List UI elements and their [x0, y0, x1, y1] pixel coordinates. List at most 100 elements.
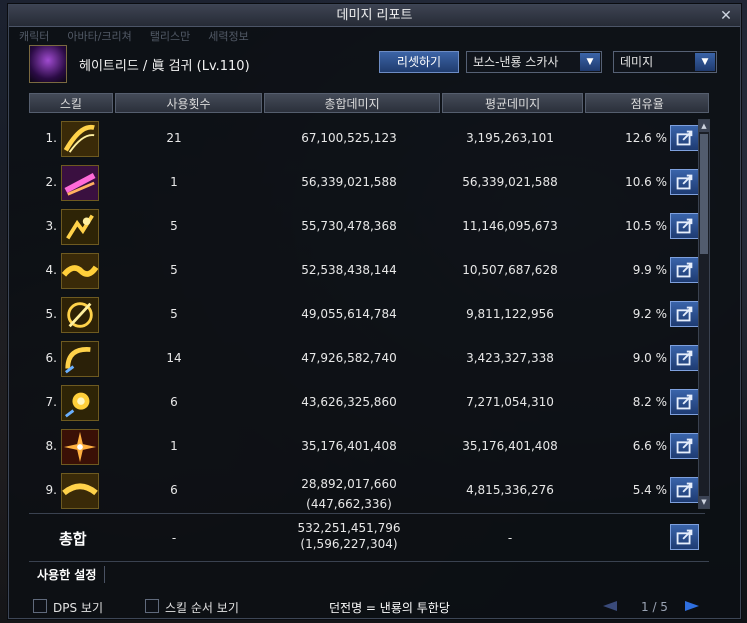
- scroll-thumb[interactable]: [700, 134, 708, 254]
- summary-row: 총합 - 532,251,451,796 (1,596,227,304) -: [29, 513, 705, 559]
- golden-whirl-skill-icon: [61, 341, 99, 377]
- golden-cross-slash-skill-icon: [61, 297, 99, 333]
- total-damage: 55,730,478,368: [301, 219, 397, 233]
- total-damage: 35,176,401,408: [301, 439, 397, 453]
- purple-fire-slash-skill-icon: [61, 165, 99, 201]
- use-count: 6: [170, 483, 178, 497]
- total-damage-sub: (447,662,336): [306, 497, 392, 511]
- avg-damage: 4,815,336,276: [466, 483, 554, 497]
- table-row: 4. 5 52,538,438,144 10,507,687,628 9.9 %: [29, 249, 705, 293]
- share-button[interactable]: [670, 169, 699, 195]
- avg-damage: 3,423,327,338: [466, 351, 554, 365]
- close-icon: ✕: [720, 8, 732, 24]
- rank: 8.: [45, 439, 57, 453]
- share-button[interactable]: [670, 389, 699, 415]
- share-button[interactable]: [670, 257, 699, 283]
- metric-select[interactable]: 데미지 ▼: [613, 51, 717, 73]
- metric-select-value: 데미지: [620, 55, 654, 69]
- share-percent: 9.2 %: [632, 307, 667, 321]
- share-icon: [676, 262, 693, 278]
- avg-damage: 3,195,263,101: [466, 131, 554, 145]
- table-scrollbar[interactable]: ▲ ▼: [698, 119, 710, 509]
- close-button[interactable]: ✕: [717, 7, 735, 25]
- share-percent: 6.6 %: [632, 439, 667, 453]
- use-count: 1: [170, 439, 178, 453]
- golden-arc-skill-icon: [61, 473, 99, 509]
- header-avg[interactable]: 평균데미지: [441, 93, 584, 113]
- share-button[interactable]: [670, 213, 699, 239]
- dps-checkbox[interactable]: [33, 599, 47, 613]
- share-button[interactable]: [670, 524, 699, 550]
- summary-label: 총합: [59, 530, 87, 548]
- share-percent: 10.5 %: [625, 219, 667, 233]
- total-damage: 49,055,614,784: [301, 307, 397, 321]
- total-damage: 56,339,021,588: [301, 175, 397, 189]
- golden-burst-skill-icon: [61, 385, 99, 421]
- use-count: 6: [170, 395, 178, 409]
- avg-damage: 35,176,401,408: [462, 439, 558, 453]
- share-percent: 10.6 %: [625, 175, 667, 189]
- summary-total: 532,251,451,796 (1,596,227,304): [261, 520, 437, 552]
- header-total[interactable]: 총합데미지: [264, 93, 440, 113]
- settings-bar: 사용한 설정: [29, 561, 709, 585]
- rank: 4.: [45, 263, 57, 277]
- golden-dragon-skill-icon: [61, 209, 99, 245]
- reset-button[interactable]: 리셋하기: [379, 51, 459, 73]
- use-count: 5: [170, 307, 178, 321]
- share-icon: [676, 394, 693, 410]
- table-row: 1. 21 67,100,525,123 3,195,263,101 12.6 …: [29, 117, 705, 161]
- avg-damage: 9,811,122,956: [466, 307, 554, 321]
- share-icon: [676, 174, 693, 190]
- share-percent: 8.2 %: [632, 395, 667, 409]
- crimson-star-skill-icon: [61, 429, 99, 465]
- share-button[interactable]: [670, 345, 699, 371]
- dungeon-name: 던전명 = 낸룡의 투한당: [329, 601, 450, 615]
- share-icon: [676, 130, 693, 146]
- table-row: 7. 6 43,626,325,860 7,271,054,310 8.2 %: [29, 381, 705, 425]
- share-icon: [676, 350, 693, 366]
- prev-page-button[interactable]: [599, 599, 619, 613]
- summary-avg: -: [507, 531, 513, 545]
- golden-wave-skill-icon: [61, 253, 99, 289]
- total-damage: 52,538,438,144: [301, 263, 397, 277]
- target-select-value: 보스-낸룡 스카사: [473, 55, 559, 69]
- scroll-down-icon[interactable]: ▼: [699, 496, 709, 508]
- summary-count: -: [171, 531, 177, 545]
- share-button[interactable]: [670, 477, 699, 503]
- background-tab: 아바타/크리쳐: [67, 30, 132, 43]
- rank: 3.: [45, 219, 57, 233]
- total-damage: 67,100,525,123: [301, 131, 397, 145]
- header-skill[interactable]: 스킬: [29, 93, 113, 113]
- header-share[interactable]: 점유율: [585, 93, 709, 113]
- total-damage: 43,626,325,860: [301, 395, 397, 409]
- use-count: 1: [170, 175, 178, 189]
- window-titlebar[interactable]: 데미지 리포트: [9, 5, 740, 27]
- table-row: 8. 1 35,176,401,408 35,176,401,408 6.6 %: [29, 425, 705, 469]
- target-select[interactable]: 보스-낸룡 스카사 ▼: [466, 51, 602, 73]
- window-title: 데미지 리포트: [336, 8, 413, 23]
- table-row: 6. 14 47,926,582,740 3,423,327,338 9.0 %: [29, 337, 705, 381]
- table-row: 2. 1 56,339,021,588 56,339,021,588 10.6 …: [29, 161, 705, 205]
- settings-label[interactable]: 사용한 설정: [37, 566, 106, 583]
- share-button[interactable]: [670, 125, 699, 151]
- background-tab-strip: 캐릭터 아바타/크리쳐 탤리스만 세력정보: [19, 28, 249, 44]
- header-count[interactable]: 사용횟수: [114, 93, 263, 113]
- share-button[interactable]: [670, 301, 699, 327]
- share-percent: 9.0 %: [632, 351, 667, 365]
- chevron-down-icon: ▼: [695, 53, 715, 71]
- rank: 2.: [45, 175, 57, 189]
- scroll-up-icon[interactable]: ▲: [699, 120, 709, 132]
- chevron-down-icon: ▼: [580, 53, 600, 71]
- use-count: 5: [170, 263, 178, 277]
- table-row: 3. 5 55,730,478,368 11,146,095,673 10.5 …: [29, 205, 705, 249]
- use-count: 5: [170, 219, 178, 233]
- page-indicator: 1 / 5: [641, 600, 668, 614]
- share-icon: [676, 529, 693, 545]
- summary-total-sub: (1,596,227,304): [300, 537, 398, 551]
- share-icon: [676, 218, 693, 234]
- next-page-button[interactable]: [683, 599, 703, 613]
- character-name: 헤이트리드 / 眞 검귀 (Lv.110): [79, 59, 250, 74]
- share-button[interactable]: [670, 433, 699, 459]
- skill-order-checkbox[interactable]: [145, 599, 159, 613]
- dps-checkbox-label: DPS 보기: [53, 601, 103, 615]
